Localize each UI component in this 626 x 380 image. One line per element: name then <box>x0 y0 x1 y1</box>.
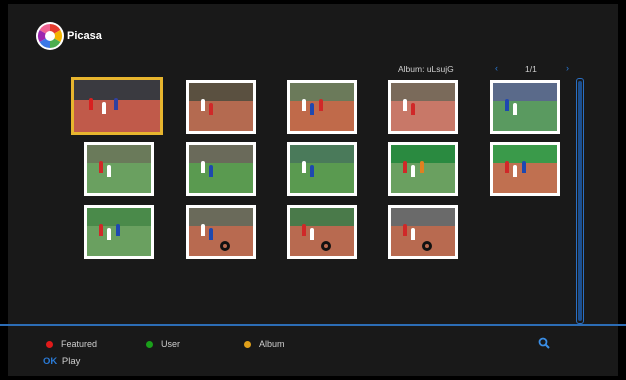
photo-thumbnail[interactable] <box>84 205 154 259</box>
red-dot-icon <box>46 340 53 348</box>
photo-image <box>290 145 354 193</box>
yellow-dot-icon <box>244 340 251 348</box>
footer-divider <box>0 324 626 326</box>
scrollbar[interactable] <box>576 78 584 324</box>
green-dot-icon <box>146 340 153 348</box>
photo-image <box>493 145 557 193</box>
photo-thumbnail[interactable] <box>287 80 357 134</box>
photo-image <box>87 208 151 256</box>
app-name: Picasa <box>67 30 102 42</box>
app-logo: Picasa <box>36 22 102 50</box>
page-prev-icon[interactable]: ‹ <box>495 63 498 73</box>
photo-thumbnail[interactable] <box>388 142 458 196</box>
ok-action-label: Play <box>61 356 81 367</box>
photo-thumbnail[interactable] <box>186 142 256 196</box>
picasa-logo-icon <box>36 22 64 50</box>
photo-thumbnail[interactable] <box>490 80 560 134</box>
photo-image <box>391 145 455 193</box>
page-indicator: 1/1 <box>525 64 537 74</box>
photo-thumbnail[interactable] <box>388 80 458 134</box>
photo-image <box>493 83 557 131</box>
scrollbar-thumb[interactable] <box>578 81 582 321</box>
legend-label-featured: Featured <box>61 339 98 349</box>
photo-thumbnail[interactable] <box>287 205 357 259</box>
legend-label-album: Album <box>259 339 285 349</box>
legend-album[interactable]: Album <box>244 339 285 349</box>
photo-thumbnail[interactable] <box>287 142 357 196</box>
legend-user[interactable]: User <box>146 339 180 349</box>
photo-thumbnail[interactable] <box>186 205 256 259</box>
ok-play-hint: OK Play <box>43 356 80 367</box>
page-next-icon[interactable]: › <box>566 63 569 73</box>
album-title: Album: uLsujG <box>398 64 454 74</box>
photo-image <box>189 208 253 256</box>
photo-image <box>74 80 160 132</box>
photo-thumbnail[interactable] <box>186 80 256 134</box>
legend-featured[interactable]: Featured <box>46 339 97 349</box>
search-icon[interactable] <box>538 337 550 349</box>
photo-image <box>290 83 354 131</box>
photo-thumbnail[interactable] <box>490 142 560 196</box>
legend-label-user: User <box>161 339 181 349</box>
photo-thumbnail[interactable] <box>71 77 163 135</box>
photo-image <box>391 208 455 256</box>
photo-image <box>189 83 253 131</box>
ok-key-label: OK <box>43 356 58 367</box>
photo-image <box>391 83 455 131</box>
photo-image <box>290 208 354 256</box>
photo-image <box>189 145 253 193</box>
photo-thumbnail[interactable] <box>84 142 154 196</box>
photo-image <box>87 145 151 193</box>
photo-thumbnail[interactable] <box>388 205 458 259</box>
